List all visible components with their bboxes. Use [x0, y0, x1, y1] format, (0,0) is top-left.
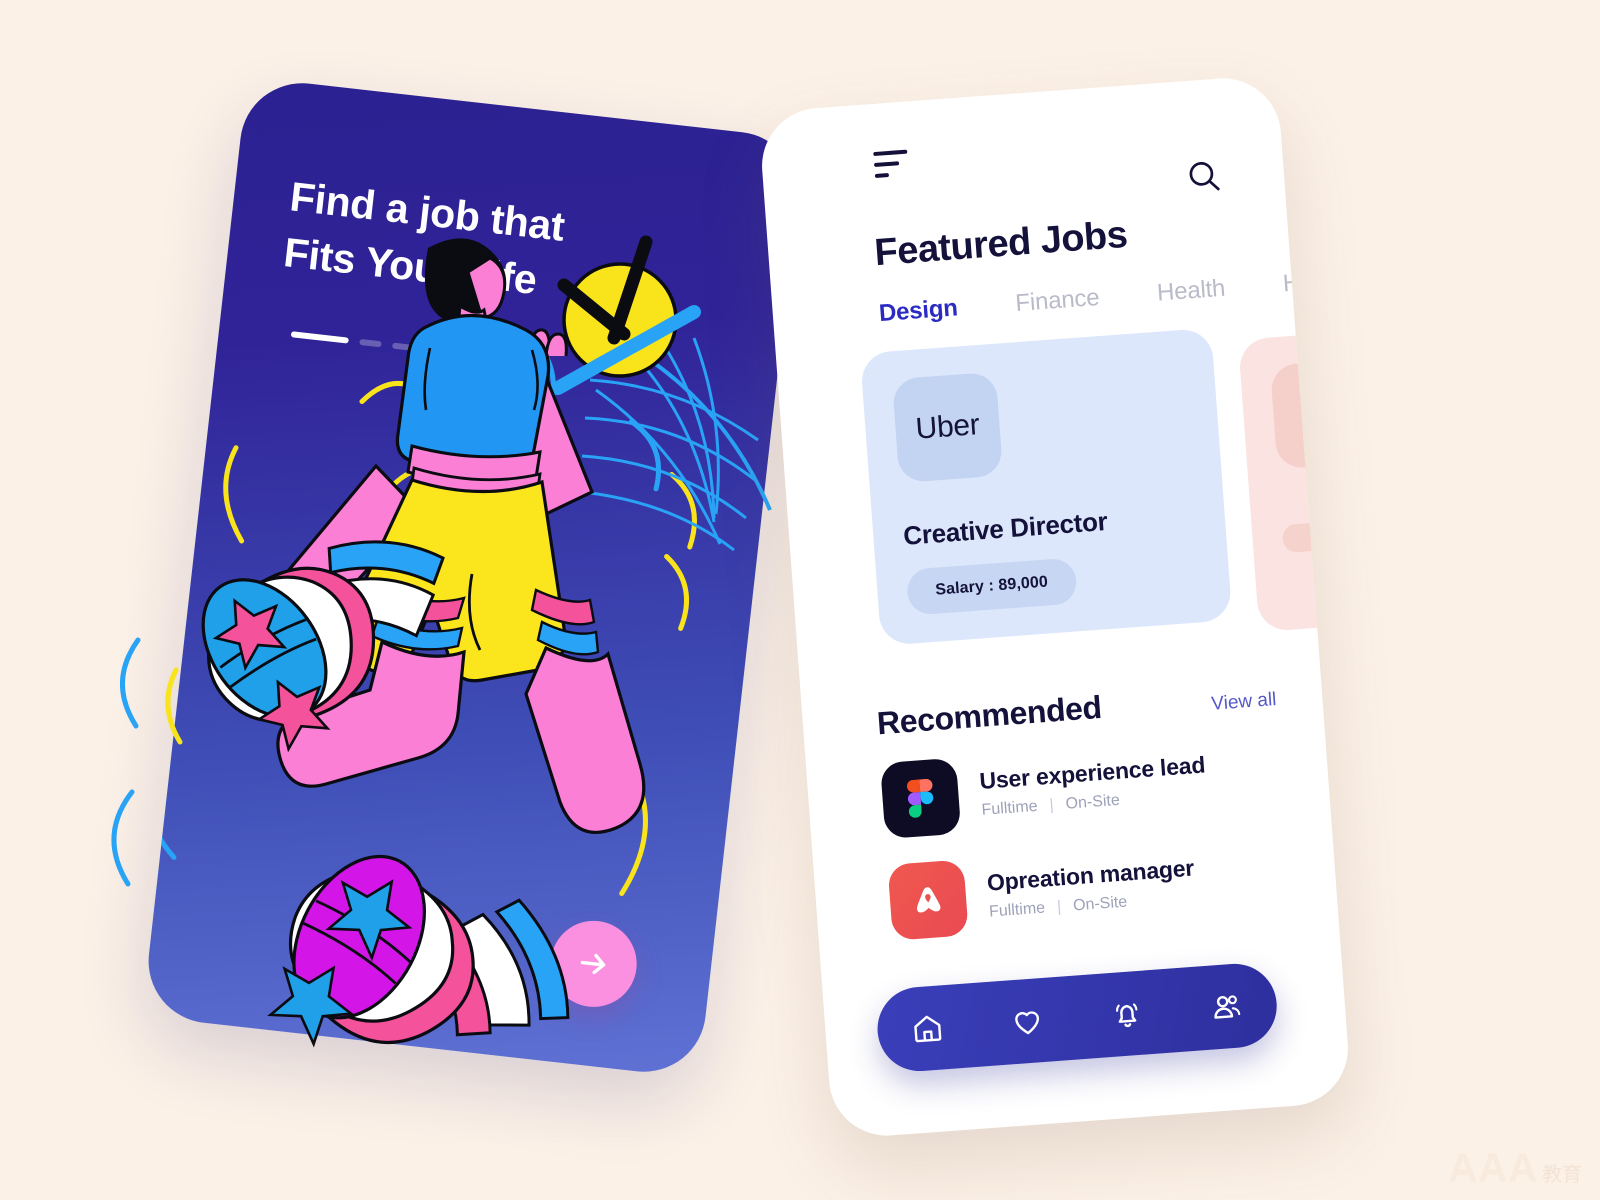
figma-logo-icon	[879, 757, 962, 840]
category-tabs[interactable]: Design Finance Health Hotel	[878, 266, 1339, 328]
tab-health[interactable]: Health	[1156, 275, 1226, 308]
section-title: Recommended	[875, 688, 1103, 742]
onboarding-screen-content: Find a job that Fits Your Life	[142, 77, 804, 1079]
pagination-dash[interactable]	[424, 346, 448, 355]
pagination-dash[interactable]	[359, 338, 382, 348]
search-icon[interactable]	[1185, 157, 1224, 196]
meta-separator: |	[1056, 898, 1062, 916]
nav-home-button[interactable]	[902, 1003, 953, 1054]
job-location: On-Site	[1065, 791, 1121, 813]
list-item[interactable]: User experience lead Fulltime | On-Site	[879, 732, 1314, 840]
tab-design[interactable]: Design	[878, 294, 959, 328]
pagination-dash-active[interactable]	[290, 331, 349, 344]
featured-job-card-next[interactable]	[1237, 317, 1353, 633]
tab-hotel[interactable]: Hotel	[1282, 266, 1339, 298]
app-topbar	[758, 74, 1286, 242]
bottom-navigation-bar[interactable]	[874, 960, 1280, 1075]
pagination-indicator[interactable]	[290, 331, 448, 355]
watermark-subtext: 教育	[1542, 1162, 1582, 1186]
meta-separator: |	[1048, 796, 1055, 814]
bell-icon	[1116, 1003, 1138, 1028]
screenshot-canvas: Find a job that Fits Your Life Featured …	[0, 0, 1600, 1200]
company-logo-chip: Uber	[891, 371, 1004, 484]
page-title: Find a job that Fits Your Life	[281, 168, 731, 329]
employment-type: Fulltime	[988, 899, 1046, 921]
list-item[interactable]: Opreation manager Fulltime | On-Site	[887, 833, 1321, 941]
featured-jobs-carousel[interactable]: Uber Creative Director Salary : 89,000	[859, 313, 1353, 653]
job-location: On-Site	[1072, 893, 1128, 915]
job-role	[1280, 490, 1352, 508]
next-button[interactable]	[546, 916, 642, 1012]
arrow-right-icon	[580, 953, 606, 975]
employment-type: Fulltime	[981, 797, 1039, 819]
pagination-dash[interactable]	[392, 342, 415, 351]
featured-jobs-screen: Featured Jobs Design Finance Health Hote…	[758, 74, 1353, 1139]
nav-favorites-button[interactable]	[1002, 995, 1053, 1046]
onboarding-phone-mockup: Find a job that Fits Your Life	[142, 76, 804, 1079]
company-logo-chip	[1269, 357, 1353, 470]
job-role: Creative Director	[902, 505, 1109, 551]
company-name: Uber	[914, 408, 981, 446]
view-all-link[interactable]: View all	[1211, 689, 1278, 716]
hamburger-menu-icon[interactable]	[873, 149, 913, 179]
nav-people-button[interactable]	[1201, 981, 1252, 1032]
featured-job-card[interactable]: Uber Creative Director Salary : 89,000	[859, 327, 1233, 646]
home-icon	[914, 1015, 942, 1043]
airbnb-logo-icon	[887, 859, 969, 941]
people-icon	[1214, 995, 1241, 1019]
watermark-text: AAA	[1448, 1146, 1538, 1190]
heart-icon	[1015, 1011, 1040, 1035]
list-item-text: Opreation manager Fulltime | On-Site	[986, 855, 1197, 922]
app-phone-mockup: Featured Jobs Design Finance Health Hote…	[757, 74, 1353, 1140]
salary-badge: Salary : 89,000	[905, 557, 1078, 616]
list-item-text: User experience lead Fulltime | On-Site	[979, 751, 1208, 819]
recommended-list: User experience lead Fulltime | On-Site	[879, 732, 1324, 967]
salary-badge	[1281, 521, 1340, 554]
recommended-header: Recommended View all	[876, 676, 1278, 742]
watermark: AAA 教育	[1448, 1148, 1582, 1188]
tab-finance[interactable]: Finance	[1015, 284, 1101, 318]
nav-notifications-button[interactable]	[1101, 988, 1152, 1039]
